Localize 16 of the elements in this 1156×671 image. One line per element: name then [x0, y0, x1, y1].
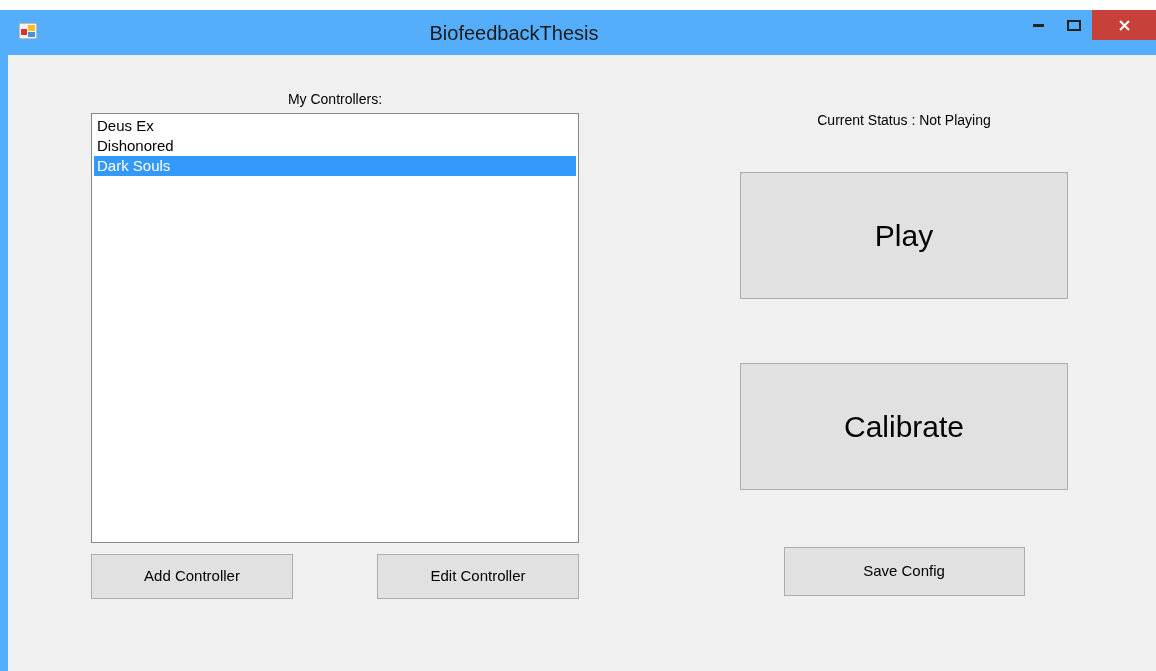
save-config-button[interactable]: Save Config [783, 547, 1025, 596]
status-text: Current Status : Not Playing [817, 111, 991, 130]
maximize-icon [1067, 19, 1081, 31]
close-icon [1118, 19, 1130, 31]
controllers-label: My Controllers: [287, 90, 383, 109]
calibrate-button[interactable]: Calibrate [740, 363, 1068, 490]
minimize-icon [1032, 23, 1044, 27]
controller-item[interactable]: Dishonored [94, 136, 576, 156]
window-title: BiofeedbackThesis [429, 20, 599, 46]
close-button[interactable] [1092, 10, 1156, 40]
controller-item[interactable]: Deus Ex [94, 116, 576, 136]
controller-button[interactable]: Edit Controller [377, 554, 579, 599]
app-icon [19, 23, 37, 39]
play-button[interactable]: Play [740, 172, 1068, 299]
controller-list[interactable]: Deus Ex Dishonored Dark Souls [91, 113, 579, 543]
controller-button[interactable]: Add Controller [91, 554, 293, 599]
